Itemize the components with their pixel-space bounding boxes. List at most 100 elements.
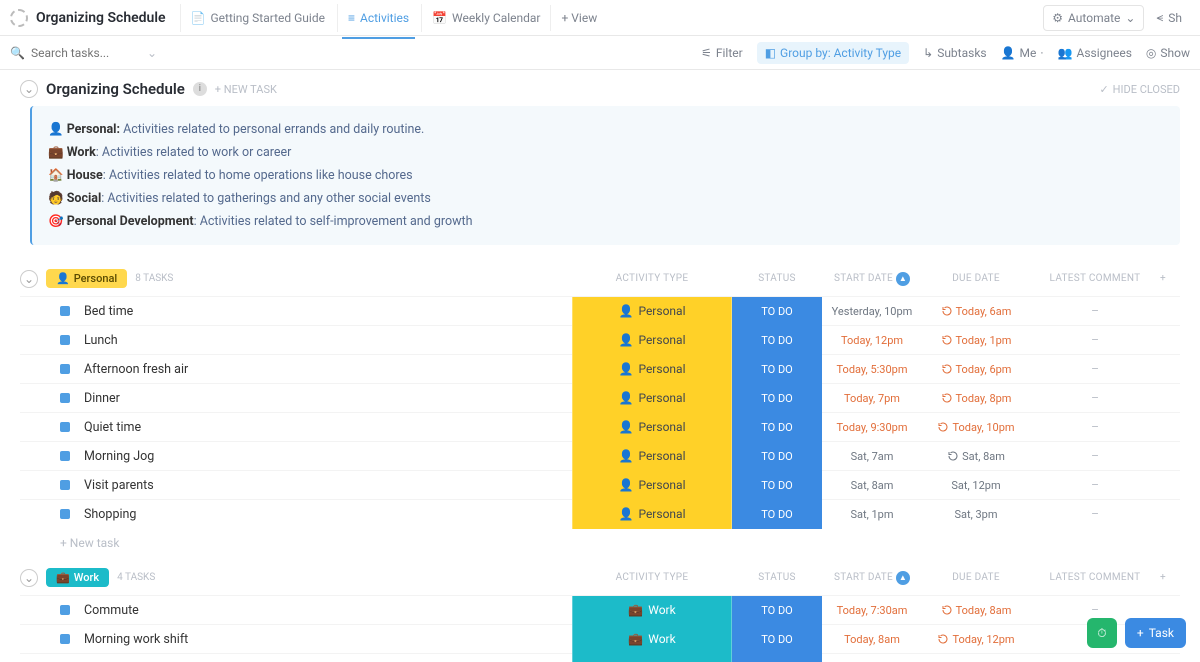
status-square[interactable] xyxy=(60,509,70,519)
status-cell[interactable]: TO DO xyxy=(732,355,822,384)
status-cell[interactable]: TO DO xyxy=(732,442,822,471)
due-date-cell[interactable]: Today, 6am xyxy=(922,305,1030,318)
status-cell[interactable]: TO DO xyxy=(732,326,822,355)
task-row[interactable]: Morning Jog👤PersonalTO DOSat, 7amSat, 8a… xyxy=(20,441,1180,470)
start-date-cell[interactable]: Today, 7:30am xyxy=(822,604,922,617)
activity-type-cell[interactable]: 💼Work xyxy=(572,596,732,625)
activity-type-cell[interactable]: 👤Personal xyxy=(572,442,732,471)
activity-type-cell[interactable]: 👤Personal xyxy=(572,500,732,529)
activity-type-cell[interactable]: 👤Personal xyxy=(572,384,732,413)
latest-comment-cell[interactable]: – xyxy=(1030,304,1160,318)
search-input[interactable] xyxy=(31,46,141,60)
status-square[interactable] xyxy=(60,480,70,490)
view-tab-weekly-calendar[interactable]: 📅Weekly Calendar xyxy=(421,4,550,32)
due-date-cell[interactable]: Today, 10pm xyxy=(922,421,1030,434)
task-name[interactable]: Visit parents xyxy=(84,478,572,493)
task-row[interactable]: Commute💼WorkTO DOToday, 7:30amToday, 8am… xyxy=(20,595,1180,624)
due-date-cell[interactable]: Sat, 3pm xyxy=(922,508,1030,521)
task-row[interactable]: Bed time👤PersonalTO DOYesterday, 10pmTod… xyxy=(20,296,1180,325)
status-square[interactable] xyxy=(60,335,70,345)
col-activity-type[interactable]: ACTIVITY TYPE xyxy=(572,273,732,284)
activity-type-cell[interactable]: 💼Work xyxy=(572,625,732,654)
due-date-cell[interactable]: Today, 12pm xyxy=(922,633,1030,646)
task-row[interactable]: Quiet time👤PersonalTO DOToday, 9:30pmTod… xyxy=(20,412,1180,441)
due-date-cell[interactable]: Today, 1pm xyxy=(922,334,1030,347)
automate-button[interactable]: ⚙ Automate ⌄ xyxy=(1043,5,1144,31)
start-date-cell[interactable]: Today, 5:30pm xyxy=(822,363,922,376)
col-latest-comment[interactable]: LATEST COMMENT xyxy=(1030,572,1160,583)
new-task-fab[interactable]: +Task xyxy=(1125,618,1186,648)
group-by-button[interactable]: ◧Group by: Activity Type xyxy=(757,42,909,64)
collapse-group-button[interactable]: ⌄ xyxy=(20,569,38,587)
due-date-cell[interactable]: Today, 8pm xyxy=(922,392,1030,405)
task-row[interactable]: Dinner👤PersonalTO DOToday, 7pmToday, 8pm… xyxy=(20,383,1180,412)
hide-closed-button[interactable]: ✓HIDE CLOSED xyxy=(1099,83,1180,96)
subtasks-button[interactable]: ↳Subtasks xyxy=(923,46,986,60)
latest-comment-cell[interactable]: – xyxy=(1030,391,1160,405)
chevron-down-icon[interactable]: ⌄ xyxy=(147,46,157,60)
start-date-cell[interactable]: Sat, 8am xyxy=(822,479,922,492)
task-name[interactable]: Morning Jog xyxy=(84,449,572,464)
status-cell[interactable]: TO DO xyxy=(732,654,822,662)
status-square[interactable] xyxy=(60,422,70,432)
col-latest-comment[interactable]: LATEST COMMENT xyxy=(1030,273,1160,284)
start-date-cell[interactable]: Today, 8am xyxy=(822,633,922,646)
add-column-button[interactable]: + xyxy=(1160,273,1180,284)
activity-type-cell[interactable]: 👤Personal xyxy=(572,471,732,500)
start-date-cell[interactable]: Yesterday, 10pm xyxy=(822,305,922,318)
latest-comment-cell[interactable]: – xyxy=(1030,449,1160,463)
activity-type-cell[interactable]: 👤Personal xyxy=(572,297,732,326)
task-name[interactable]: Morning work shift xyxy=(84,632,572,647)
col-status[interactable]: STATUS xyxy=(732,572,822,583)
group-pill[interactable]: 💼Work xyxy=(46,568,109,587)
task-name[interactable]: Shopping xyxy=(84,507,572,522)
start-date-cell[interactable]: Today, 9:30pm xyxy=(822,421,922,434)
latest-comment-cell[interactable]: – xyxy=(1030,603,1160,617)
task-name[interactable]: Bed time xyxy=(84,304,572,319)
task-name[interactable]: Quiet time xyxy=(84,420,572,435)
filter-button[interactable]: ⚟Filter xyxy=(701,46,743,60)
activity-type-cell[interactable]: 👤Personal xyxy=(572,326,732,355)
latest-comment-cell[interactable]: – xyxy=(1030,362,1160,376)
collapse-list-button[interactable]: ⌄ xyxy=(20,80,38,98)
status-cell[interactable]: TO DO xyxy=(732,413,822,442)
status-square[interactable] xyxy=(60,605,70,615)
col-due-date[interactable]: DUE DATE xyxy=(922,572,1030,583)
task-name[interactable]: Dinner xyxy=(84,391,572,406)
activity-type-cell[interactable]: 💼Work xyxy=(572,654,732,662)
due-date-cell[interactable]: Today, 8am xyxy=(922,604,1030,617)
status-cell[interactable]: TO DO xyxy=(732,625,822,654)
task-name[interactable]: Lunch xyxy=(84,333,572,348)
me-button[interactable]: 👤Me · xyxy=(1001,46,1044,60)
latest-comment-cell[interactable]: – xyxy=(1030,420,1160,434)
task-row[interactable]: Afternoon fresh air👤PersonalTO DOToday, … xyxy=(20,354,1180,383)
show-button[interactable]: ◎Show xyxy=(1146,46,1190,60)
activity-type-cell[interactable]: 👤Personal xyxy=(572,355,732,384)
info-icon[interactable]: i xyxy=(193,82,207,96)
collapse-group-button[interactable]: ⌄ xyxy=(20,270,38,288)
col-status[interactable]: STATUS xyxy=(732,273,822,284)
record-button[interactable]: ⏱ xyxy=(1087,618,1117,648)
activity-type-cell[interactable]: 👤Personal xyxy=(572,413,732,442)
status-cell[interactable]: TO DO xyxy=(732,471,822,500)
task-row[interactable]: Lunch👤PersonalTO DOToday, 12pmToday, 1pm… xyxy=(20,325,1180,354)
col-activity-type[interactable]: ACTIVITY TYPE xyxy=(572,572,732,583)
due-date-cell[interactable]: Today, 6pm xyxy=(922,363,1030,376)
start-date-cell[interactable]: Sat, 7am xyxy=(822,450,922,463)
new-task-button[interactable]: + NEW TASK xyxy=(215,83,277,96)
assignees-button[interactable]: 👥Assignees xyxy=(1058,46,1132,60)
status-square[interactable] xyxy=(60,634,70,644)
status-square[interactable] xyxy=(60,451,70,461)
status-cell[interactable]: TO DO xyxy=(732,596,822,625)
group-pill[interactable]: 👤Personal xyxy=(46,269,127,288)
status-cell[interactable]: TO DO xyxy=(732,384,822,413)
status-cell[interactable]: TO DO xyxy=(732,500,822,529)
view-tab-getting-started-guide[interactable]: 📄Getting Started Guide xyxy=(180,4,335,32)
status-square[interactable] xyxy=(60,306,70,316)
latest-comment-cell[interactable]: – xyxy=(1030,333,1160,347)
task-row[interactable]: Morning work shift💼WorkTO DOToday, 8amTo… xyxy=(20,624,1180,653)
start-date-cell[interactable]: Today, 7pm xyxy=(822,392,922,405)
start-date-cell[interactable]: Sat, 1pm xyxy=(822,508,922,521)
task-row[interactable]: Afternoon work shift💼WorkTO DOToday, 1pm… xyxy=(20,653,1180,662)
task-row[interactable]: Shopping👤PersonalTO DOSat, 1pmSat, 3pm– xyxy=(20,499,1180,528)
